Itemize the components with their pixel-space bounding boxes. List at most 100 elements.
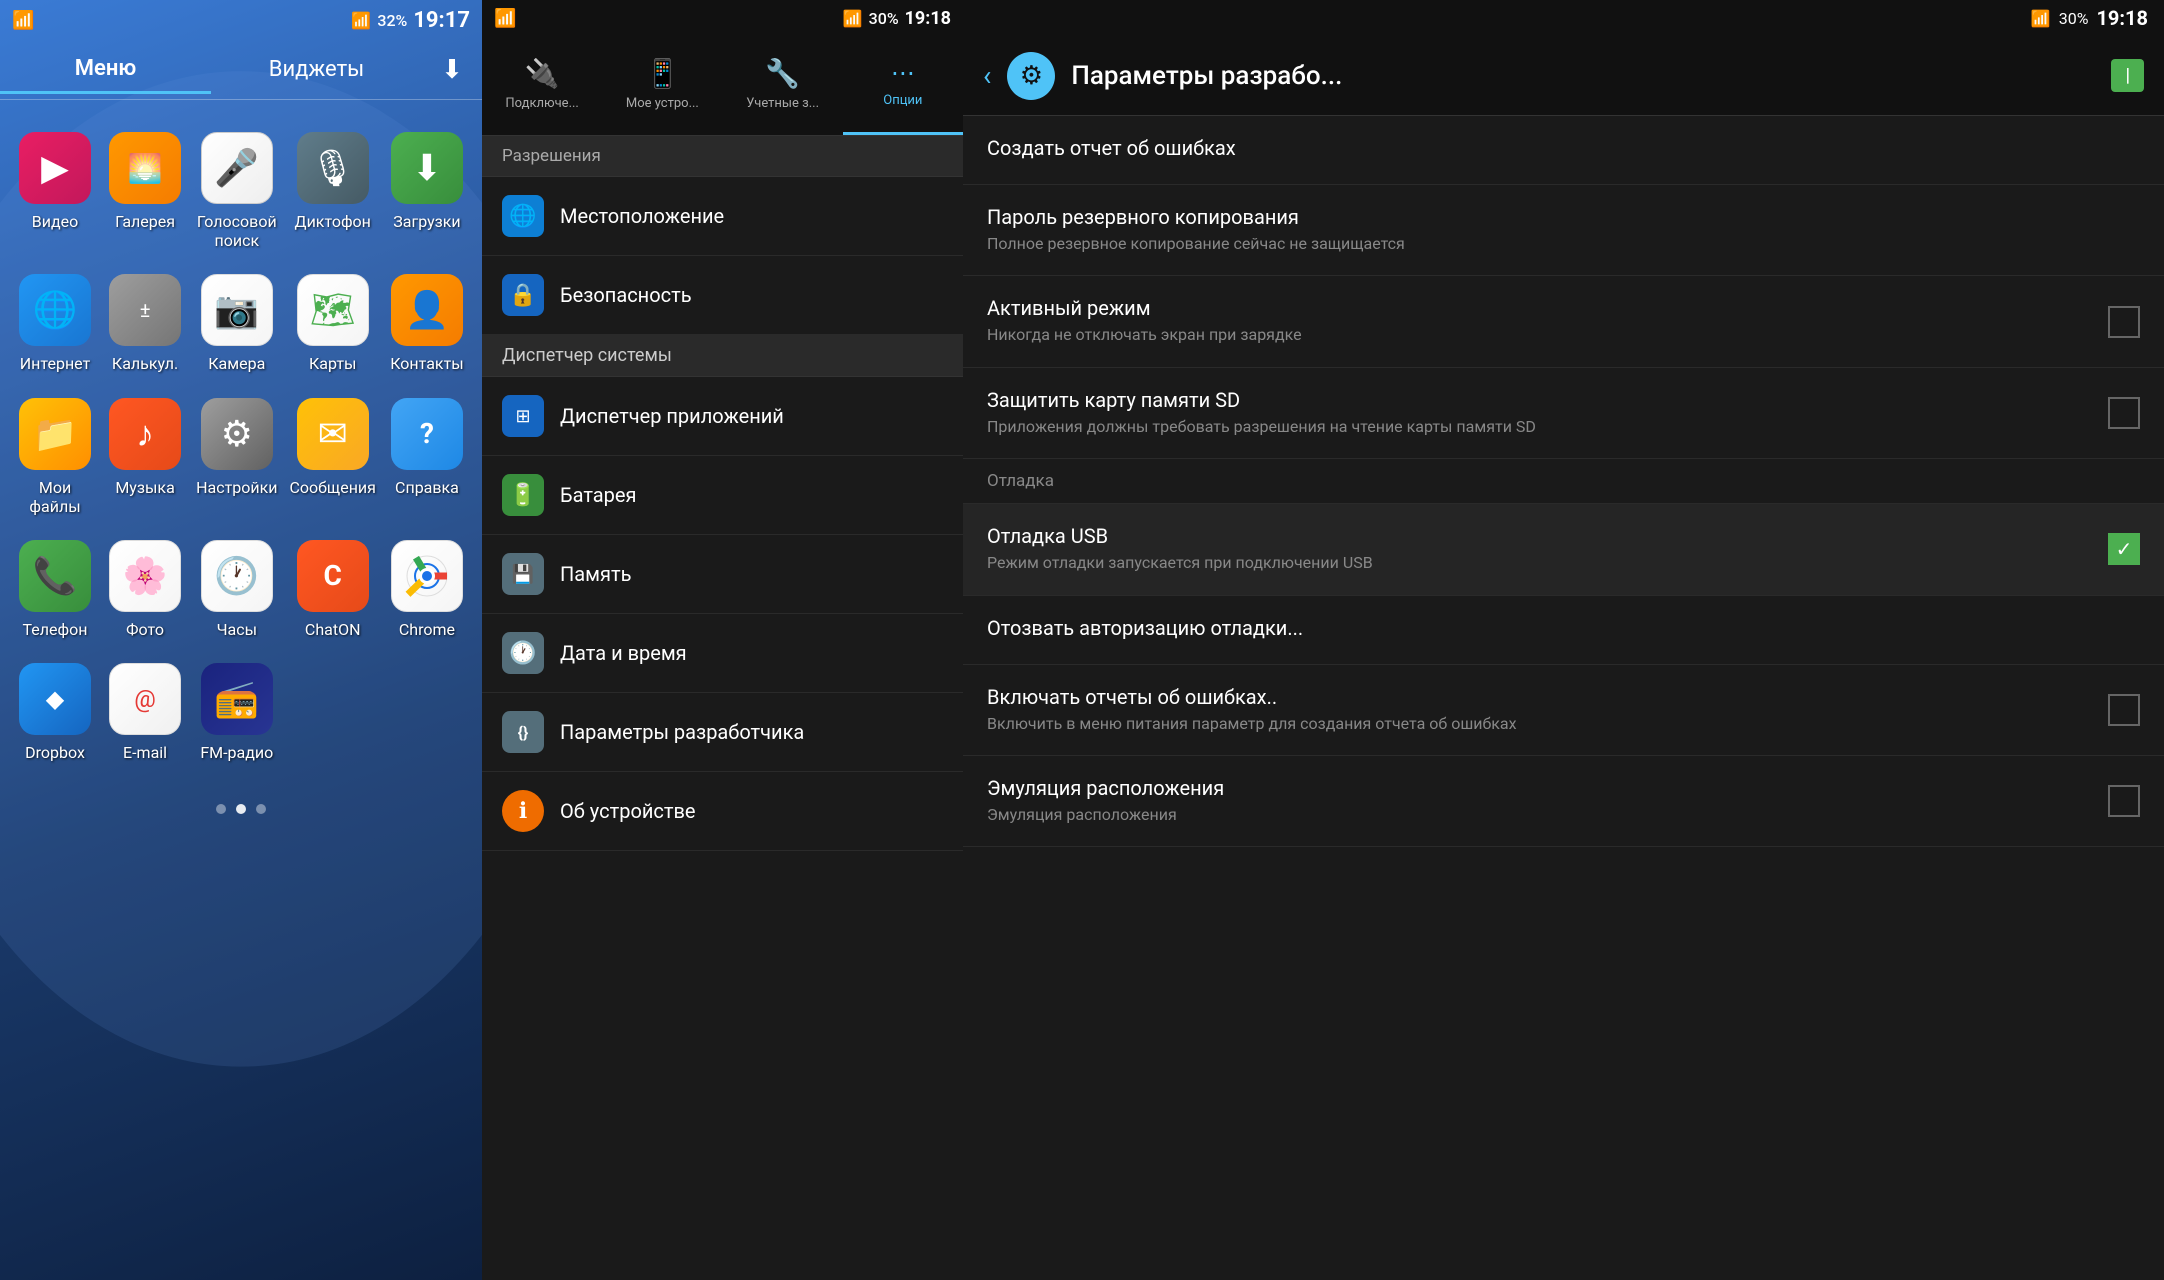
app-voice-label: Голосовой поиск bbox=[196, 212, 277, 250]
tab-accounts[interactable]: 🔧 Учетные з... bbox=[723, 36, 843, 135]
usb-debug-checkbox[interactable]: ✓ bbox=[2108, 533, 2140, 565]
app-calc-label: Калькул. bbox=[112, 354, 178, 373]
location-emul-checkbox[interactable] bbox=[2108, 785, 2140, 817]
connect-icon: 🔌 bbox=[525, 57, 560, 90]
app-downloads[interactable]: ⬇ Загрузки bbox=[382, 120, 472, 262]
tab-mydevice[interactable]: 📱 Мое устро... bbox=[602, 36, 722, 135]
app-messages[interactable]: ✉ Сообщения bbox=[284, 386, 382, 528]
dot-0[interactable] bbox=[216, 804, 226, 814]
app-calc[interactable]: ± Калькул. bbox=[100, 262, 190, 385]
dev-item-backup-pass[interactable]: Пароль резервного копирования Полное рез… bbox=[963, 185, 2164, 276]
dictaphone-icon: 🎙 bbox=[297, 132, 369, 204]
settings-security[interactable]: 🔒 Безопасность bbox=[482, 256, 963, 335]
active-mode-checkbox[interactable] bbox=[2108, 306, 2140, 338]
settings-memory[interactable]: 💾 Память bbox=[482, 535, 963, 614]
location-emul-title: Эмуляция расположения bbox=[987, 776, 2108, 800]
back-button[interactable]: ‹ bbox=[983, 59, 991, 92]
settings-signal: 📶 bbox=[843, 9, 863, 28]
app-dropbox[interactable]: ◆ Dropbox bbox=[10, 651, 100, 774]
app-maps[interactable]: 🗺 Карты bbox=[284, 262, 382, 385]
tab-widgets[interactable]: Виджеты bbox=[211, 47, 422, 92]
app-files[interactable]: 📁 Мои файлы bbox=[10, 386, 100, 528]
dev-item-usb-debug[interactable]: Отладка USB Режим отладки запускается пр… bbox=[963, 504, 2164, 595]
clock-icon: 🕐 bbox=[201, 540, 273, 612]
photos-icon: 🌸 bbox=[109, 540, 181, 612]
voice-icon: 🎤 bbox=[201, 132, 273, 204]
dev-item-bug-report[interactable]: Создать отчет об ошибках bbox=[963, 116, 2164, 185]
dev-content: Создать отчет об ошибках Пароль резервно… bbox=[963, 116, 2164, 1280]
internet-icon: 🌐 bbox=[19, 274, 91, 346]
tab-accounts-label: Учетные з... bbox=[746, 96, 819, 112]
mydevice-icon: 📱 bbox=[645, 57, 680, 90]
app-chaton[interactable]: C ChatON bbox=[284, 528, 382, 651]
protect-sd-checkbox[interactable] bbox=[2108, 397, 2140, 429]
settings-wifi-icon: 📶 bbox=[494, 8, 516, 29]
app-music[interactable]: ♪ Музыка bbox=[100, 386, 190, 528]
settings-icon: ⚙ bbox=[201, 398, 273, 470]
gear-icon: ⚙ bbox=[1007, 52, 1055, 100]
chrome-icon bbox=[391, 540, 463, 612]
status-right-icons: 📶 32% 19:17 bbox=[351, 8, 470, 33]
settings-battery[interactable]: 🔋 Батарея bbox=[482, 456, 963, 535]
settings-app-manager[interactable]: ⊞ Диспетчер приложений bbox=[482, 377, 963, 456]
dev-status-bar: 📶 30% 19:18 bbox=[963, 0, 2164, 36]
app-help[interactable]: ? Справка bbox=[382, 386, 472, 528]
developer-options-panel: 📶 30% 19:18 ‹ ⚙ Параметры разрабо... | С… bbox=[963, 0, 2164, 1280]
app-voice[interactable]: 🎤 Голосовой поиск bbox=[190, 120, 283, 262]
app-video[interactable]: ▶ Видео bbox=[10, 120, 100, 262]
settings-location[interactable]: 🌐 Местоположение bbox=[482, 177, 963, 256]
dev-page-title: Параметры разрабо... bbox=[1071, 61, 2111, 91]
bug-reports-checkbox[interactable] bbox=[2108, 694, 2140, 726]
app-settings[interactable]: ⚙ Настройки bbox=[190, 386, 283, 528]
tab-connect-label: Подключе... bbox=[505, 96, 578, 112]
app-contacts[interactable]: 👤 Контакты bbox=[382, 262, 472, 385]
app-gallery[interactable]: 🌅 Галерея bbox=[100, 120, 190, 262]
app-clock[interactable]: 🕐 Часы bbox=[190, 528, 283, 651]
dev-item-location-emul[interactable]: Эмуляция расположения Эмуляция расположе… bbox=[963, 756, 2164, 847]
app-video-label: Видео bbox=[32, 212, 78, 231]
dev-item-bug-reports[interactable]: Включать отчеты об ошибках.. Включить в … bbox=[963, 665, 2164, 756]
clock-display: 19:17 bbox=[413, 8, 470, 33]
music-icon: ♪ bbox=[109, 398, 181, 470]
usb-debug-subtitle: Режим отладки запускается при подключени… bbox=[987, 552, 2108, 574]
app-chrome[interactable]: Chrome bbox=[382, 528, 472, 651]
security-label: Безопасность bbox=[560, 283, 692, 307]
wifi-icon: 📶 bbox=[12, 10, 34, 31]
settings-devparams[interactable]: {} Параметры разработчика bbox=[482, 693, 963, 772]
active-mode-subtitle: Никогда не отключать экран при зарядке bbox=[987, 324, 2108, 346]
app-camera[interactable]: 📷 Камера bbox=[190, 262, 283, 385]
app-maps-label: Карты bbox=[309, 354, 356, 373]
dev-item-protect-sd[interactable]: Защитить карту памяти SD Приложения долж… bbox=[963, 368, 2164, 459]
app-messages-label: Сообщения bbox=[290, 478, 376, 497]
app-gallery-label: Галерея bbox=[115, 212, 175, 231]
dot-2[interactable] bbox=[256, 804, 266, 814]
backup-pass-subtitle: Полное резервное копирование сейчас не з… bbox=[987, 233, 2140, 255]
signal-icon: 📶 bbox=[351, 11, 371, 30]
tab-connect[interactable]: 🔌 Подключе... bbox=[482, 36, 602, 135]
download-button[interactable]: ⬇ bbox=[422, 55, 482, 85]
chaton-icon: C bbox=[297, 540, 369, 612]
app-phone[interactable]: 📞 Телефон bbox=[10, 528, 100, 651]
tab-options[interactable]: ⋯ Опции bbox=[843, 36, 963, 135]
app-email[interactable]: @ E-mail bbox=[100, 651, 190, 774]
app-internet[interactable]: 🌐 Интернет bbox=[10, 262, 100, 385]
dropbox-icon: ◆ bbox=[19, 663, 91, 735]
dot-1[interactable] bbox=[236, 804, 246, 814]
app-clock-label: Часы bbox=[217, 620, 257, 639]
settings-about[interactable]: ℹ Об устройстве bbox=[482, 772, 963, 851]
app-fmradio[interactable]: 📻 FM-радио bbox=[190, 651, 283, 774]
app-contacts-label: Контакты bbox=[390, 354, 463, 373]
security-icon: 🔒 bbox=[502, 274, 544, 316]
revoke-auth-title: Отозвать авторизацию отладки... bbox=[987, 616, 2140, 640]
app-photos[interactable]: 🌸 Фото bbox=[100, 528, 190, 651]
app-dictaphone[interactable]: 🎙 Диктофон bbox=[284, 120, 382, 262]
tab-mydevice-label: Мое устро... bbox=[626, 96, 699, 112]
app-manager-icon: ⊞ bbox=[502, 395, 544, 437]
settings-datetime[interactable]: 🕐 Дата и время bbox=[482, 614, 963, 693]
dev-item-active-mode[interactable]: Активный режим Никогда не отключать экра… bbox=[963, 276, 2164, 367]
backup-pass-title: Пароль резервного копирования bbox=[987, 205, 2140, 229]
dev-item-revoke-auth[interactable]: Отозвать авторизацию отладки... bbox=[963, 596, 2164, 665]
app-camera-label: Камера bbox=[208, 354, 265, 373]
tab-menu[interactable]: Меню bbox=[0, 46, 211, 94]
devparams-label: Параметры разработчика bbox=[560, 720, 804, 744]
